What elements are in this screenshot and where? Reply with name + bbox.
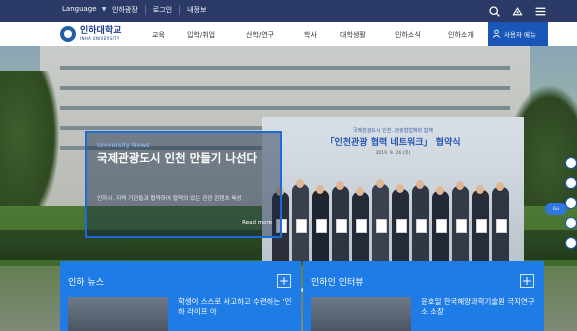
top-link-square[interactable]: 인하광장 — [105, 5, 145, 15]
quick-link-icon[interactable] — [565, 217, 577, 229]
read-more-link[interactable]: Read more — [242, 220, 272, 226]
banner-subtitle: 국제관광도시 인천, 관광협업체와 함께 — [353, 128, 433, 134]
top-link-login[interactable]: 로그인 — [144, 5, 179, 15]
banner-title: 「인천관광 협력 네트워크」 협약식 — [325, 138, 461, 148]
language-label: Language — [62, 5, 97, 13]
news-headline[interactable]: 학생이 스스로 사고하고 수련하는 '인하 라이프 아 — [178, 297, 293, 317]
top-link-myinfo[interactable]: 내정보 — [179, 5, 213, 15]
nav-item-education[interactable]: 교육 — [152, 30, 165, 40]
news-panel: 인하 뉴스 + 학생이 스스로 사고하고 수련하는 '인하 라이프 아 — [60, 261, 301, 331]
plus-icon[interactable]: + — [277, 274, 291, 288]
banner-date: 2019. 9. 26.(목) — [375, 151, 411, 156]
nav-item-about[interactable]: 인하소개 — [448, 30, 474, 40]
hero-description: 인하시, 지역 기관들과 협약하여 협력의 있는 관광 콘텐츠 육성 — [97, 196, 242, 202]
nav-item-research[interactable]: 산학/연구 — [246, 30, 274, 40]
logo-eng: INHA UNIVERSITY — [80, 36, 120, 41]
news-tag: University News — [97, 141, 150, 149]
logo-name: 인하대학교 — [80, 26, 122, 36]
top-icons — [488, 3, 547, 22]
top-links: 인하광장 로그인 내정보 — [105, 5, 213, 15]
quick-link-icon[interactable] — [565, 197, 577, 209]
hero-headline[interactable]: 국제관광도시 인천 만들기 나선다 — [97, 152, 277, 165]
logo-text: 인하대학교 INHA UNIVERSITY — [80, 26, 122, 42]
language-select[interactable]: Language ▼ — [62, 5, 106, 13]
interview-thumbnail[interactable] — [311, 297, 411, 331]
search-icon[interactable] — [488, 3, 501, 22]
news-thumbnail[interactable] — [68, 297, 168, 331]
guide-button[interactable]: Gu — [545, 203, 567, 215]
university-logo[interactable]: 인하대학교 INHA UNIVERSITY — [60, 26, 121, 42]
interview-headline[interactable]: 윤호일 한국해양과학기술원 극지연구소 소장 — [421, 297, 536, 317]
share-icon[interactable] — [511, 3, 524, 22]
hero-news-box[interactable]: University News 국제관광도시 인천 만들기 나선다 인하시, 지… — [85, 131, 282, 238]
user-icon — [492, 29, 501, 40]
nav-item-news[interactable]: 인하소식 — [395, 30, 421, 40]
slide-photo[interactable]: 국제관광도시 인천, 관광협업체와 함께 「인천관광 협력 네트워크」 협약식 … — [262, 117, 524, 262]
nav-item-academic[interactable]: 학사 — [304, 30, 317, 40]
seal-icon — [60, 26, 76, 42]
quick-link-icon[interactable] — [565, 237, 577, 249]
interview-panel-title: 인하인 인터뷰 — [311, 278, 364, 288]
quick-link-icon[interactable] — [565, 177, 577, 189]
quick-link-icon[interactable] — [565, 157, 577, 169]
top-utility-bar: Language ▼ 인하광장 로그인 내정보 — [0, 0, 577, 22]
user-menu-label: 사용자 메뉴 — [504, 31, 536, 39]
plus-icon[interactable]: + — [520, 274, 534, 288]
nav-item-admission[interactable]: 입학/취업 — [187, 30, 215, 40]
news-panel-title: 인하 뉴스 — [68, 278, 104, 288]
menu-icon[interactable] — [534, 3, 547, 22]
user-menu-button[interactable]: 사용자 메뉴 — [488, 22, 548, 46]
nav-item-campus-life[interactable]: 대학생활 — [340, 30, 366, 40]
interview-panel: 인하인 인터뷰 + 윤호일 한국해양과학기술원 극지연구소 소장 — [303, 261, 544, 331]
